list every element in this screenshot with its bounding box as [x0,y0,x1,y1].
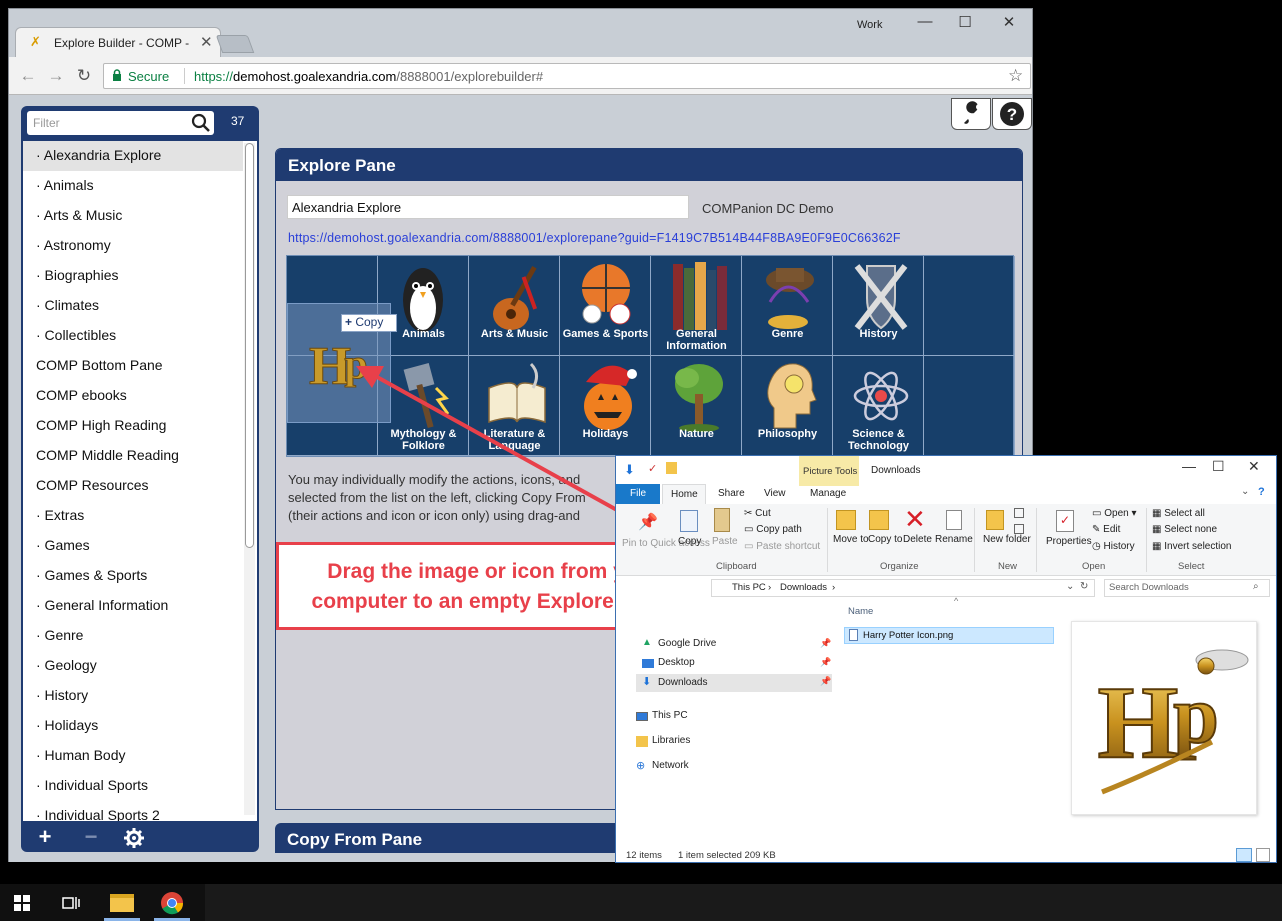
invert-selection-button[interactable]: ▦ Invert selection [1152,541,1232,552]
nav-item-network[interactable]: ⊕ Network [636,759,822,775]
explorer-maximize[interactable]: ☐ [1212,458,1225,475]
svg-text:p: p [1173,669,1219,760]
nav-item-downloads[interactable]: ⬇ Downloads 📌 [636,674,832,692]
new-item-icon[interactable] [1014,508,1024,518]
windows-start-icon[interactable] [14,895,30,911]
ribbon-divider [1146,508,1147,572]
nav-item-this-pc[interactable]: This PC [636,709,822,725]
explorer-close[interactable]: ✕ [1248,458,1260,475]
properties-icon[interactable]: ✓ [1056,510,1074,532]
move-to-icon[interactable] [836,510,856,530]
copy-button[interactable]: Copy [678,536,701,547]
explorer-status-bar: 12 items 1 item selected 209 KB [616,846,1276,864]
delete-button[interactable]: Delete [903,534,932,545]
chrome-taskbar-icon[interactable] [160,891,184,915]
file-preview-pane: H p [1071,621,1257,815]
nav-item-google-drive[interactable]: ▲ Google Drive 📌 [642,637,831,653]
explorer-titlebar: ⬇ ✓ Picture Tools Downloads — ☐ ✕ [616,456,1276,486]
group-open-label: Open [1082,561,1106,572]
properties-quick-icon[interactable]: ✓ [648,462,657,475]
copy-path-button[interactable]: ▭ Copy path [744,524,802,535]
new-folder-quick-icon[interactable] [666,462,677,474]
ribbon-divider [974,508,975,572]
explorer-file-list: Name ^ Harry Potter Icon.png [840,596,1056,849]
picture-tools-context: Picture Tools [799,456,859,486]
sort-indicator-icon: ^ [954,596,959,606]
nav-item-desktop[interactable]: Desktop 📌 [642,656,831,672]
large-icons-view-icon[interactable] [1256,848,1270,862]
tab-share[interactable]: Share [718,488,745,499]
rename-button[interactable]: Rename [935,534,973,545]
explorer-search-input[interactable]: Search Downloads ⌕ [1104,579,1270,597]
column-header-name[interactable]: Name [848,606,873,617]
ribbon-divider [1036,508,1037,572]
edit-button[interactable]: ✎ Edit [1092,524,1120,535]
explorer-nav-pane: ▲ Google Drive 📌 Desktop 📌 ⬇ Downloads 📌… [616,601,838,849]
file-explorer-taskbar-icon[interactable] [110,894,134,912]
paste-shortcut-button[interactable]: ▭ Paste shortcut [744,541,820,552]
help-circle-icon[interactable]: ? [1258,486,1265,498]
rename-icon[interactable] [946,510,962,530]
copy-icon[interactable] [680,510,698,532]
refresh-icon[interactable]: ↻ [1080,581,1088,592]
address-dropdown-icon[interactable]: ⌄ [1066,581,1074,592]
explorer-address-row: This PC › Downloads › ⌄ ↻ Search Downloa… [616,577,1276,599]
easy-access-icon[interactable] [1014,524,1024,534]
file-row-harry-potter[interactable]: Harry Potter Icon.png [844,627,1054,644]
explorer-address-bar[interactable]: This PC › Downloads › ⌄ ↻ [711,579,1095,597]
quick-access-arrow-icon[interactable]: ⬇ [624,462,635,478]
paste-icon[interactable] [714,508,730,532]
harry-potter-preview-image: H p [1097,649,1249,795]
explorer-ribbon: 📌 Pin to Quick access Copy Paste ✂ Cut ▭… [616,504,1276,576]
tab-file[interactable]: File [616,484,660,504]
group-select-label: Select [1178,561,1205,572]
nav-item-libraries[interactable]: Libraries [636,734,822,750]
status-item-count: 12 items [626,850,662,861]
group-clipboard-label: Clipboard [716,561,757,572]
history-button[interactable]: ◷ History [1092,541,1135,552]
tab-home[interactable]: Home [662,484,706,505]
select-none-button[interactable]: ▦ Select none [1152,524,1217,535]
group-organize-label: Organize [880,561,919,572]
group-new-label: New [998,561,1018,572]
open-button[interactable]: ▭ Open ▾ [1092,508,1137,519]
delete-icon[interactable]: ✕ [904,504,926,535]
properties-button[interactable]: Properties [1046,536,1092,547]
pin-icon[interactable]: 📌 [638,512,658,532]
explorer-minimize[interactable]: — [1182,458,1196,474]
new-folder-icon[interactable] [986,510,1004,530]
png-file-icon [849,629,858,641]
explorer-title: Downloads [871,465,921,476]
cut-button[interactable]: ✂ Cut [744,508,771,519]
tab-manage[interactable]: Manage [810,488,846,499]
ribbon-divider [827,508,828,572]
ribbon-expand-icon[interactable]: ⌄ [1241,486,1249,497]
move-to-button[interactable]: Move to [833,534,869,545]
status-selection: 1 item selected 209 KB [678,850,776,861]
new-folder-button[interactable]: New folder [983,534,1031,545]
explorer-ribbon-tabs: File Home Share View Manage ⌄ ? [616,484,1276,505]
tab-view[interactable]: View [764,488,786,499]
select-all-button[interactable]: ▦ Select all [1152,508,1205,519]
windows-taskbar [0,884,1282,921]
paste-button[interactable]: Paste [712,536,738,547]
file-explorer-window: ⬇ ✓ Picture Tools Downloads — ☐ ✕ File H… [615,455,1277,863]
copy-to-icon[interactable] [869,510,889,530]
copy-to-button[interactable]: Copy to [868,534,902,545]
explorer-search-icon[interactable]: ⌕ [1253,581,1259,592]
task-view-icon[interactable] [62,895,80,911]
details-view-icon[interactable] [1236,848,1252,862]
